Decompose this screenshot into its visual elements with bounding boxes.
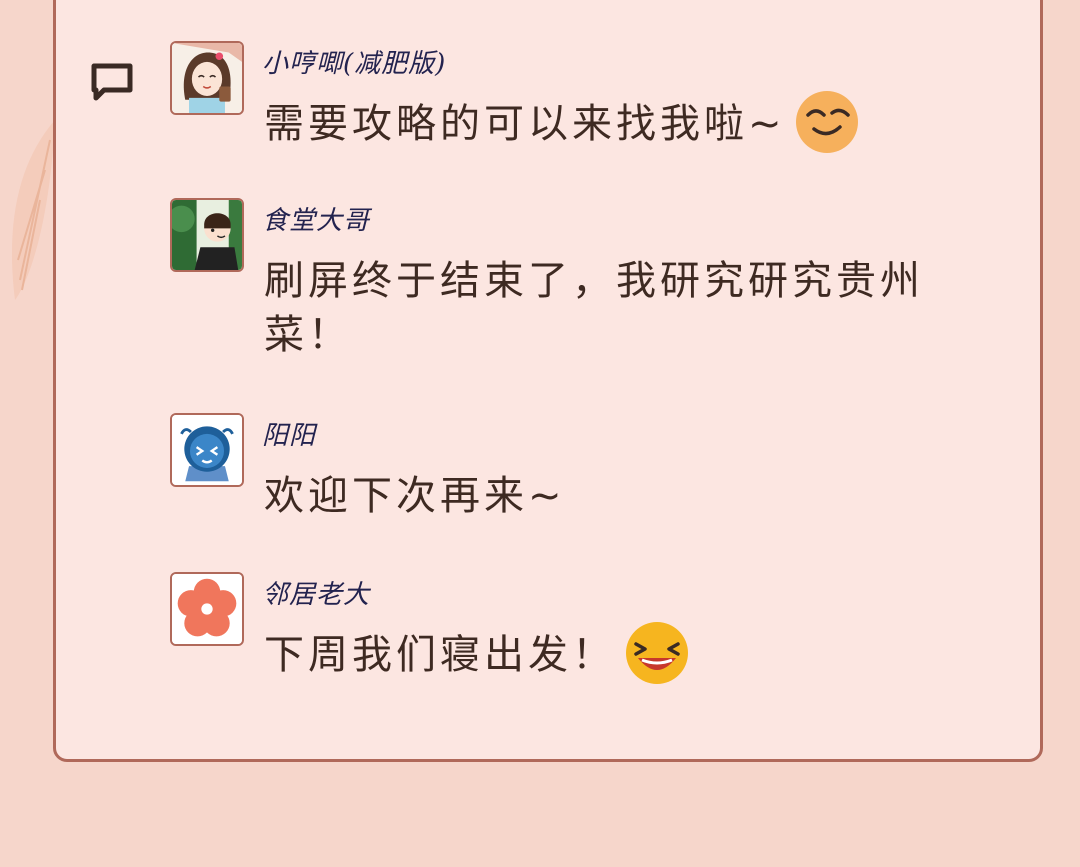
avatar[interactable] [170, 198, 244, 272]
flower-avatar-icon [172, 574, 242, 644]
comment-icon [91, 63, 133, 101]
comment-text: 需要攻略的可以来找我啦~ [264, 91, 984, 155]
commenter-name[interactable]: 食堂大哥 [262, 200, 370, 237]
girl-avatar-icon [172, 43, 242, 113]
comment-text: 下周我们寝出发！ [264, 622, 984, 686]
commenter-name[interactable]: 阳阳 [262, 415, 316, 452]
commenter-name[interactable]: 邻居老大 [262, 574, 370, 611]
avatar[interactable] [170, 572, 244, 646]
decorative-leaf [11, 120, 55, 300]
smirk-emoji-icon [794, 89, 860, 155]
man-avatar-icon [172, 200, 242, 270]
commenter-name[interactable]: 小哼唧(减肥版) [262, 43, 446, 80]
laughing-emoji-icon [624, 620, 690, 686]
avatar[interactable] [170, 41, 244, 115]
comment-text: 欢迎下次再来~ [264, 473, 566, 519]
avatar[interactable] [170, 413, 244, 487]
mascot-avatar-icon [172, 415, 242, 485]
comment-text: 刷屏终于结束了，我研究研究贵州菜！ [264, 258, 924, 358]
